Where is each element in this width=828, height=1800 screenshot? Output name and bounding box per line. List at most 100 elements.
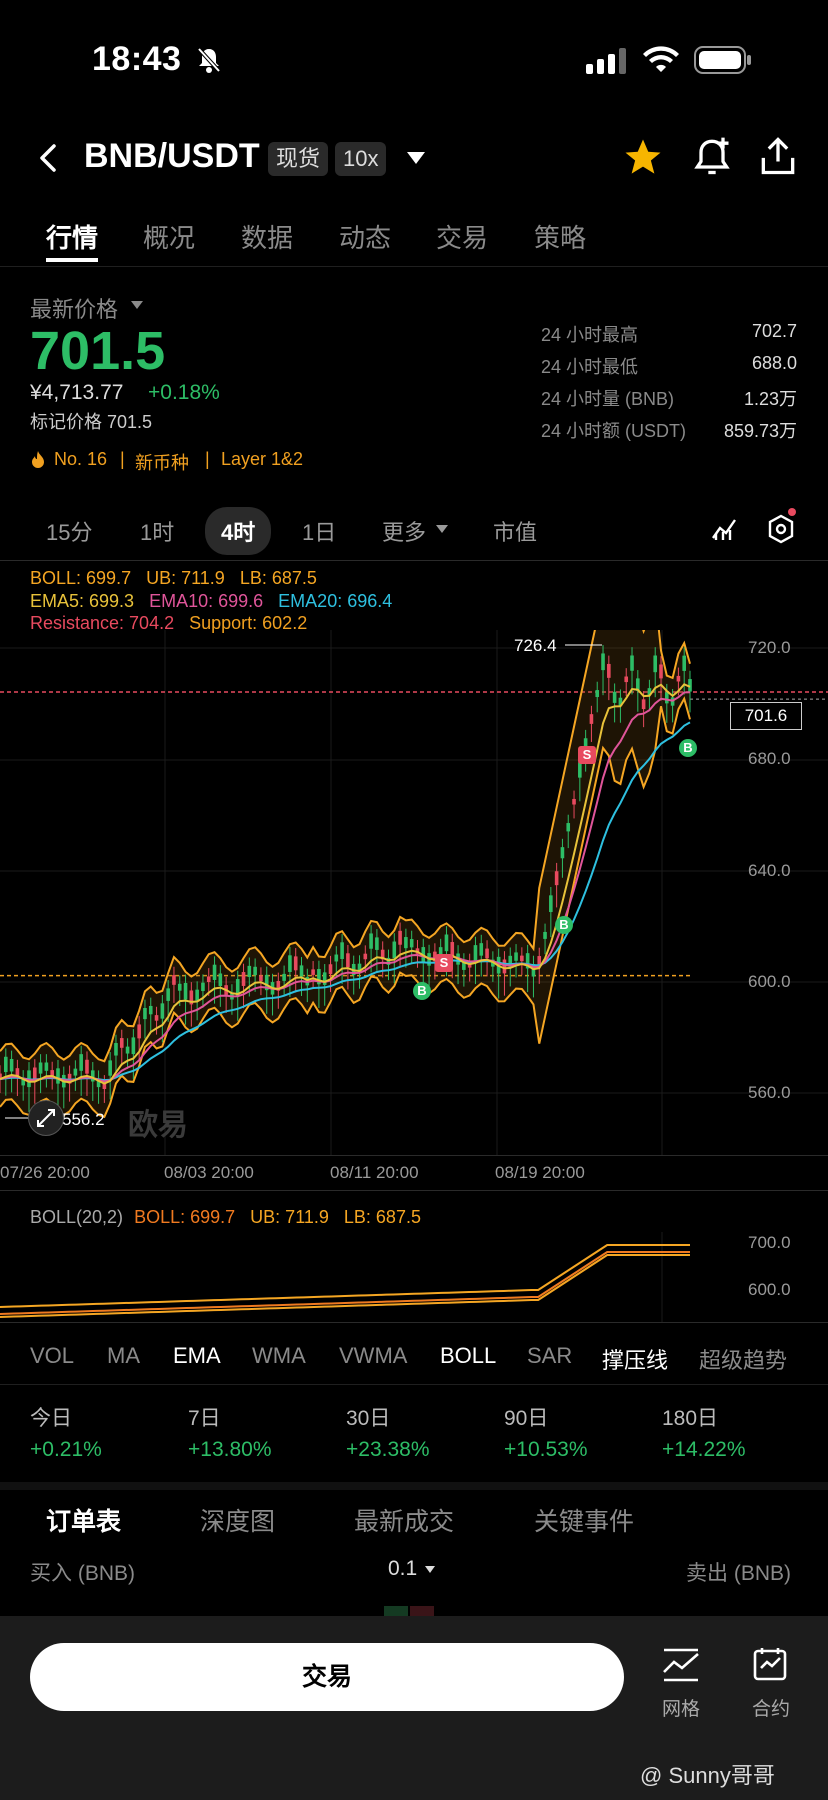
sell-signal[interactable]: S [578, 746, 596, 764]
ema10-value: EMA10: 699.6 [149, 591, 264, 611]
candle [653, 655, 658, 673]
candle [50, 1070, 54, 1076]
caret-down-icon[interactable] [405, 150, 427, 166]
caret-down-icon[interactable] [424, 1565, 436, 1574]
expand-button[interactable] [28, 1100, 64, 1136]
contract-icon[interactable] [752, 1646, 790, 1684]
grid-label[interactable]: 网格 [646, 1694, 716, 1721]
perf-value: +10.53% [504, 1438, 588, 1461]
ob-tab-events[interactable]: 关键事件 [534, 1502, 634, 1538]
indicator-icon[interactable] [710, 514, 738, 542]
ind-tab-boll[interactable]: BOLL [440, 1343, 496, 1369]
ind-tab-ma[interactable]: MA [107, 1343, 140, 1369]
status-bar: 18:43 [0, 0, 828, 120]
candle [282, 973, 286, 981]
fire-icon [32, 451, 44, 468]
ob-tab-trades[interactable]: 最新成交 [354, 1502, 454, 1538]
price-change: +0.18% [148, 381, 220, 404]
candle [398, 930, 402, 945]
buy-signal[interactable]: B [555, 916, 573, 934]
candle [90, 1070, 95, 1082]
tf-more[interactable]: 更多 [382, 515, 426, 547]
stat-low-value: 688.0 [751, 353, 797, 373]
candle [554, 871, 559, 886]
watermark-text: @ Sunny哥哥 [640, 1763, 775, 1788]
candle [578, 762, 582, 778]
candle [676, 675, 681, 682]
ind-tab-supertrend[interactable]: 超级趋势 [699, 1343, 787, 1375]
candle [119, 1038, 124, 1048]
tf-15m[interactable]: 15分 [46, 515, 92, 547]
ind-tab-ema[interactable]: EMA [173, 1343, 221, 1369]
candle [85, 1059, 89, 1074]
sell-signal[interactable]: S [435, 954, 453, 972]
tab-data[interactable]: 数据 [241, 218, 293, 255]
tab-strategy[interactable]: 策略 [534, 218, 586, 255]
stat-vol-value: 1.23万 [743, 389, 797, 409]
tab-news[interactable]: 动态 [339, 218, 391, 255]
candle [44, 1062, 49, 1071]
tf-market-cap[interactable]: 市值 [493, 515, 537, 547]
last-price: 701.5 [30, 321, 166, 381]
sub-boll: BOLL: 699.7 [134, 1207, 236, 1227]
divider [0, 266, 828, 267]
tab-trade[interactable]: 交易 [436, 218, 488, 255]
tf-4h[interactable]: 4时 [205, 507, 272, 555]
layer-tag[interactable]: Layer 1&2 [221, 449, 303, 470]
candle [183, 982, 188, 1000]
ind-tab-sr[interactable]: 撑压线 [602, 1343, 668, 1375]
ind-tab-sar[interactable]: SAR [527, 1343, 572, 1369]
candle [589, 714, 594, 724]
ind-tab-vwma[interactable]: VWMA [339, 1343, 407, 1369]
candle [502, 959, 507, 974]
rank-tag[interactable]: No. 16 [54, 449, 107, 470]
cny-price: ¥4,713.77 [30, 381, 124, 404]
signal-icon [586, 48, 626, 74]
sell-label: 卖出 (BNB) [686, 1562, 791, 1585]
candle [409, 939, 414, 948]
ind-tab-wma[interactable]: WMA [252, 1343, 306, 1369]
caret-down-icon[interactable] [435, 524, 449, 534]
precision-select[interactable]: 0.1 [388, 1557, 417, 1581]
candle [375, 937, 379, 950]
high-label: 726.4 [514, 636, 557, 655]
tf-1d[interactable]: 1日 [302, 515, 336, 547]
perf-value: +23.38% [346, 1438, 430, 1461]
ind-tab-vol[interactable]: VOL [30, 1343, 74, 1369]
candle [154, 1015, 159, 1021]
ob-tab-depth[interactable]: 深度图 [200, 1502, 275, 1538]
candle [38, 1062, 43, 1074]
pair-title[interactable]: BNB/USDT [84, 137, 260, 176]
new-coin-tag[interactable]: 新币种 [135, 449, 189, 475]
boll-band [0, 630, 690, 1117]
candle [206, 976, 211, 983]
candle [659, 664, 663, 679]
share-icon[interactable] [756, 134, 800, 178]
candle [404, 937, 408, 949]
trade-button[interactable]: 交易 [30, 1643, 624, 1711]
caret-down-icon[interactable] [130, 300, 144, 310]
tab-market[interactable]: 行情 [46, 218, 98, 255]
contract-label[interactable]: 合约 [736, 1694, 806, 1721]
grid-icon[interactable] [662, 1648, 700, 1682]
price-chart[interactable] [0, 630, 828, 1155]
tab-overview[interactable]: 概况 [143, 218, 195, 255]
sub-title: BOLL(20,2) [30, 1207, 124, 1227]
candle [143, 1008, 147, 1020]
x-tick: 08/03 20:00 [164, 1163, 254, 1182]
candle [131, 1037, 136, 1055]
back-icon[interactable] [38, 142, 60, 174]
y-tick: 720.0 [748, 638, 791, 657]
candle [160, 1003, 165, 1019]
candle [166, 988, 170, 1001]
ob-tab-orderbook[interactable]: 订单表 [46, 1502, 121, 1538]
candle [624, 676, 629, 683]
sub-ub: UB: 711.9 [250, 1207, 329, 1227]
star-icon[interactable] [622, 136, 664, 178]
settings-icon[interactable] [766, 508, 796, 544]
tf-1h[interactable]: 1时 [140, 515, 174, 547]
buy-signal[interactable]: B [679, 739, 697, 757]
add-alert-icon[interactable] [690, 134, 734, 178]
buy-signal[interactable]: B [413, 982, 431, 1000]
leverage-tag: 10x [335, 142, 387, 176]
